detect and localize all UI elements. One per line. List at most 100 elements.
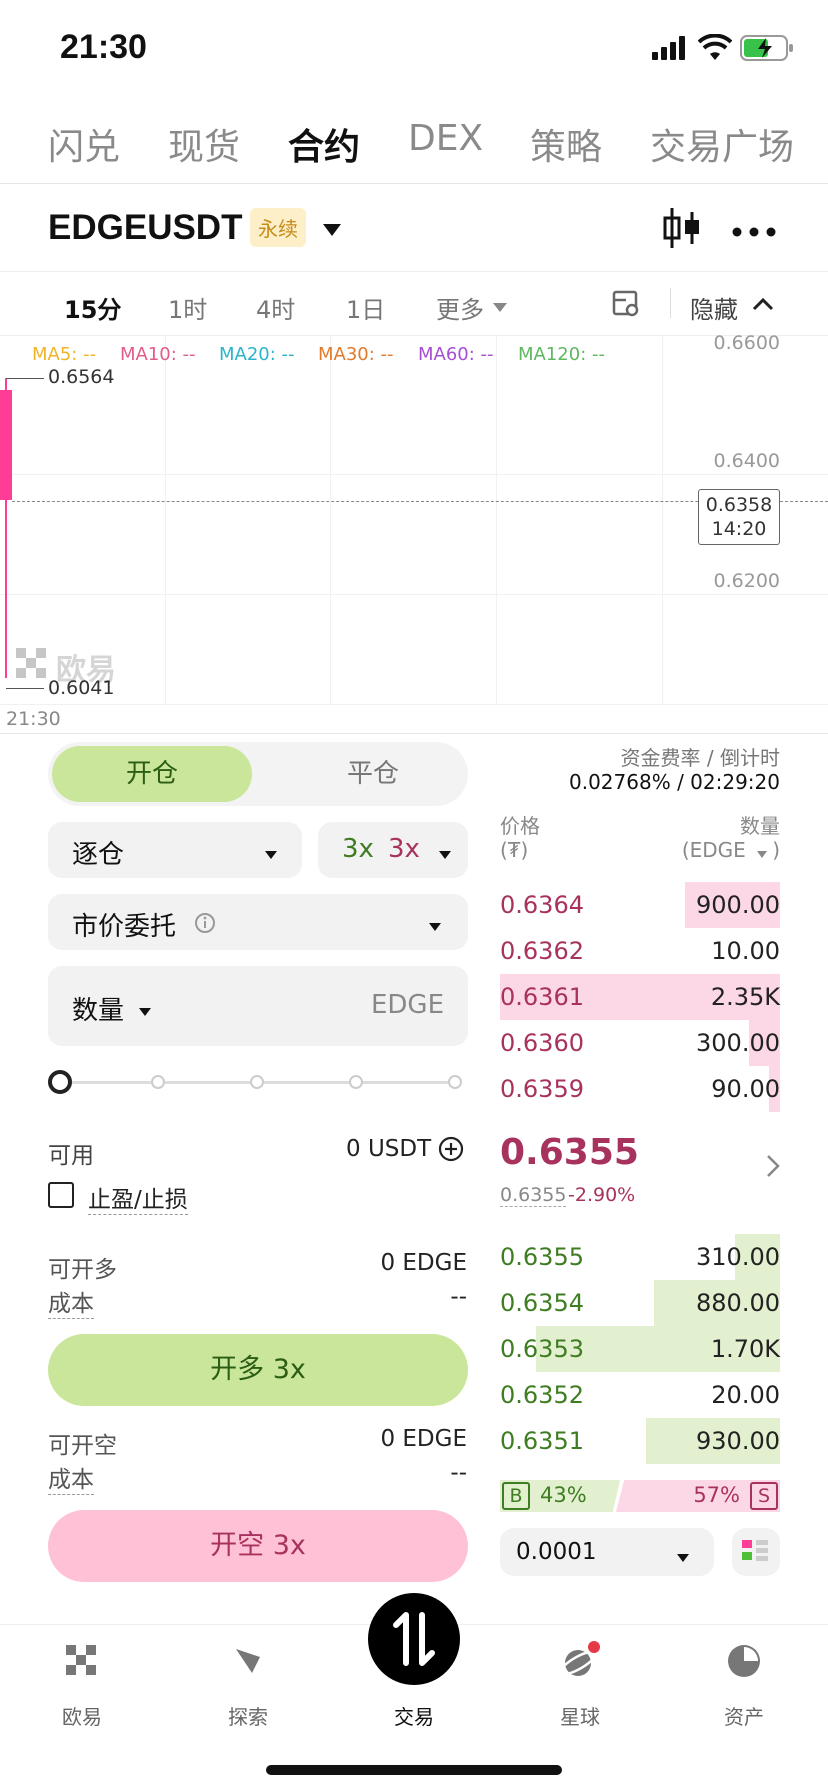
hide-chart-label[interactable]: 隐藏	[690, 290, 738, 325]
slider-step[interactable]	[151, 1075, 165, 1089]
okx-home-icon[interactable]	[66, 1645, 98, 1681]
tab-open[interactable]: 开仓	[52, 746, 252, 802]
tpsl-label[interactable]: 止盈/止损	[88, 1180, 188, 1215]
can-short-value: 0 EDGE	[380, 1426, 467, 1452]
assets-pie-icon[interactable]	[726, 1643, 762, 1683]
buy-badge: B	[502, 1482, 530, 1510]
nav-trade-square[interactable]: 交易广场	[650, 118, 794, 170]
compass-icon[interactable]	[230, 1643, 266, 1683]
current-price-box: 0.6358 14:20	[698, 489, 780, 545]
bid-row[interactable]: 0.6352 20.00	[500, 1372, 780, 1418]
ask-price: 0.6364	[500, 891, 584, 919]
cost-value-short: --	[450, 1460, 467, 1486]
planet-icon[interactable]	[559, 1641, 600, 1685]
bid-row[interactable]: 0.6355 310.00	[500, 1234, 780, 1280]
candlestick-icon[interactable]	[662, 206, 702, 254]
bottom-nav-planet[interactable]: 星球	[530, 1701, 630, 1730]
bottom-nav-assets[interactable]: 资产	[694, 1701, 794, 1730]
can-short-label: 可开空	[48, 1433, 117, 1459]
nav-flash-swap[interactable]: 闪兑	[48, 118, 120, 170]
quantity-unit: EDGE	[370, 990, 444, 1020]
quantity-field[interactable]: 数量 EDGE	[48, 966, 468, 1046]
open-short-button[interactable]: 开空 3x	[48, 1510, 468, 1582]
nav-spot[interactable]: 现货	[168, 118, 240, 170]
precision-select[interactable]: 0.0001	[500, 1528, 714, 1576]
ma120-label: MA120: --	[518, 344, 605, 365]
candle-body	[0, 390, 12, 500]
chevron-up-icon[interactable]	[752, 296, 774, 315]
ask-row[interactable]: 0.6359 90.00	[500, 1066, 780, 1112]
add-funds-icon[interactable]	[438, 1136, 464, 1166]
pair-name[interactable]: EDGEUSDT	[48, 208, 242, 248]
slider-handle[interactable]	[48, 1070, 72, 1094]
slider-step[interactable]	[250, 1075, 264, 1089]
open-long-button[interactable]: 开多 3x	[48, 1334, 468, 1406]
quantity-label[interactable]: 数量	[72, 990, 124, 1027]
caret-down-icon[interactable]	[492, 298, 508, 317]
depth-view-toggle[interactable]	[732, 1528, 780, 1576]
status-bar: 21:30	[0, 0, 828, 100]
ask-qty: 2.35K	[710, 983, 780, 1011]
grid-line	[496, 336, 497, 704]
chart-settings-icon[interactable]	[612, 290, 640, 322]
bottom-nav-home[interactable]: 欧易	[32, 1701, 132, 1730]
grid-line	[0, 594, 828, 595]
timeframe-1d[interactable]: 1日	[346, 290, 385, 325]
bid-price: 0.6354	[500, 1289, 584, 1317]
nav-futures[interactable]: 合约	[288, 118, 360, 170]
bid-qty: 1.70K	[710, 1335, 780, 1363]
caret-down-icon	[676, 1548, 690, 1567]
info-icon[interactable]	[194, 912, 216, 938]
slider-step[interactable]	[448, 1075, 462, 1089]
timeframe-15m[interactable]: 15分	[64, 290, 121, 325]
grid-line	[0, 704, 828, 705]
timeframe-1h[interactable]: 1时	[168, 290, 207, 325]
precision-value: 0.0001	[516, 1539, 597, 1565]
price-change: -2.90%	[568, 1184, 636, 1206]
ask-qty: 300.00	[696, 1029, 780, 1057]
bid-row[interactable]: 0.6351 930.00	[500, 1418, 780, 1464]
bottom-nav-trade[interactable]: 交易	[364, 1701, 464, 1730]
layout-icon	[742, 1540, 770, 1570]
bid-row[interactable]: 0.6353 1.70K	[500, 1326, 780, 1372]
qty-unit-select[interactable]: (EDGE )	[682, 838, 780, 864]
bid-row[interactable]: 0.6354 880.00	[500, 1280, 780, 1326]
ask-row[interactable]: 0.6360 300.00	[500, 1020, 780, 1066]
quantity-slider[interactable]	[48, 1070, 468, 1094]
ma5-label: MA5: --	[32, 344, 97, 365]
ask-row[interactable]: 0.6364 900.00	[500, 882, 780, 928]
tpsl-checkbox[interactable]	[48, 1182, 74, 1208]
kline-chart[interactable]: MA5: -- MA10: -- MA20: -- MA30: -- MA60:…	[0, 332, 828, 734]
nav-dex[interactable]: DEX	[408, 118, 483, 159]
available-value: 0 USDT	[346, 1136, 432, 1162]
ask-row[interactable]: 0.6362 10.00	[500, 928, 780, 974]
order-type-select[interactable]: 市价委托	[48, 894, 468, 950]
margin-mode-select[interactable]: 逐仓	[48, 822, 302, 878]
caret-down-icon[interactable]	[322, 222, 342, 241]
perpetual-badge: 永续	[250, 208, 306, 247]
price-unit: (₮)	[500, 838, 529, 862]
ask-qty: 900.00	[696, 891, 780, 919]
leverage-select[interactable]: 3x 3x	[318, 822, 468, 878]
nav-strategy[interactable]: 策略	[530, 118, 602, 170]
slider-step[interactable]	[349, 1075, 363, 1089]
more-icon[interactable]	[732, 222, 776, 241]
timeframe-more[interactable]: 更多	[436, 290, 484, 325]
chevron-right-icon[interactable]	[766, 1154, 780, 1182]
clock: 21:30	[60, 28, 147, 66]
home-indicator	[266, 1765, 562, 1775]
bottom-nav-explore[interactable]: 探索	[198, 1701, 298, 1730]
top-nav: 闪兑 现货 合约 DEX 策略 交易广场	[0, 100, 828, 184]
ask-price: 0.6361	[500, 983, 584, 1011]
ask-row[interactable]: 0.6361 2.35K	[500, 974, 780, 1020]
tab-close[interactable]: 平仓	[288, 746, 458, 802]
timeframe-4h[interactable]: 4时	[256, 290, 295, 325]
ask-price: 0.6362	[500, 937, 584, 965]
time-axis-label: 21:30	[6, 708, 61, 730]
grid-line	[165, 336, 166, 704]
price-header: 价格	[500, 814, 540, 838]
funding-label[interactable]: 资金费率 / 倒计时	[621, 742, 780, 771]
bid-price: 0.6353	[500, 1335, 584, 1363]
caret-down-icon[interactable]	[138, 1002, 152, 1021]
trade-fab[interactable]	[368, 1593, 460, 1685]
